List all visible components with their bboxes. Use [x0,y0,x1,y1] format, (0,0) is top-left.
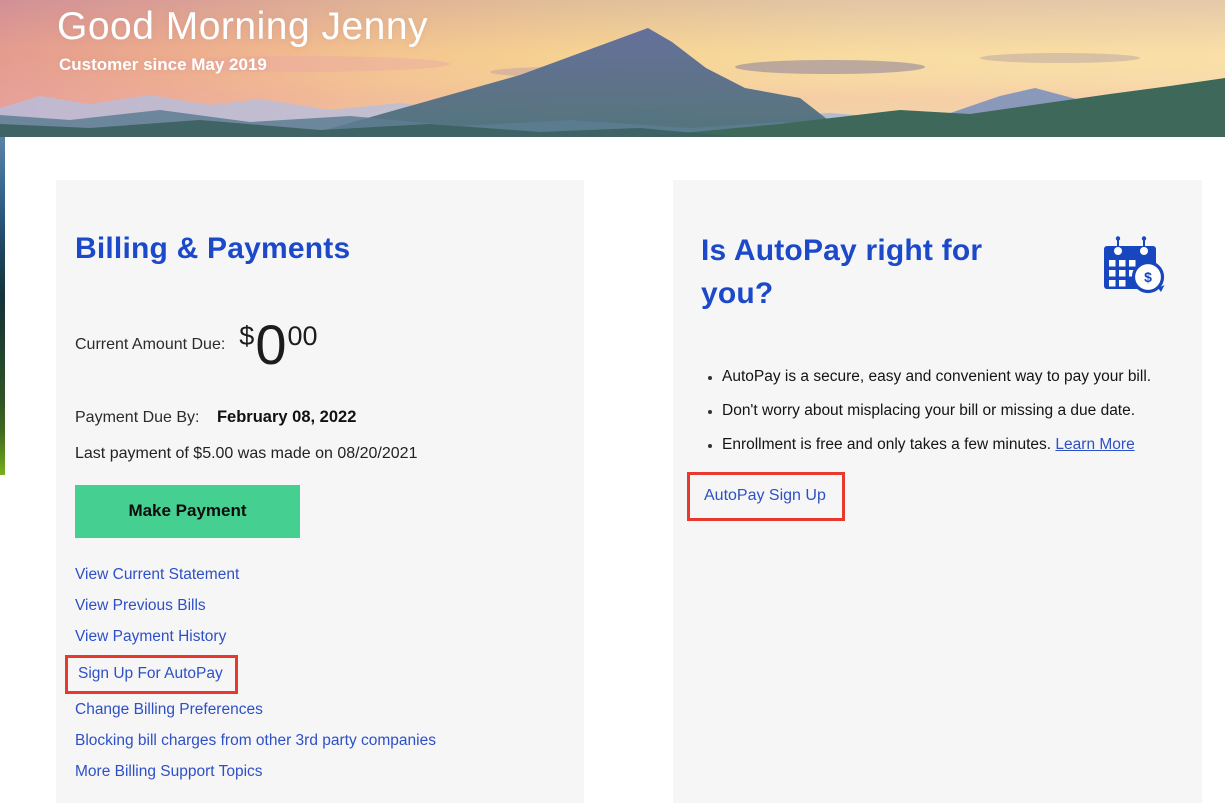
signup-autopay-highlight-box: Sign Up For AutoPay [65,655,564,694]
billing-payments-card: Billing & Payments Current Amount Due: $… [56,180,584,803]
amount-cents: 00 [287,322,317,350]
payment-due-row: Payment Due By: February 08, 2022 [75,408,564,427]
last-payment-text: Last payment of $5.00 was made on 08/20/… [75,445,564,463]
calendar-autopay-icon: $ [1098,235,1166,299]
list-item: Enrollment is free and only takes a few … [722,435,1178,455]
billing-card-title: Billing & Payments [75,232,564,266]
current-amount-due-row: Current Amount Due: $ 0 00 [75,322,564,368]
bullet-text: AutoPay is a secure, easy and convenient… [722,368,1151,385]
link-change-billing-preferences[interactable]: Change Billing Preferences [75,701,564,719]
link-more-billing-support-topics[interactable]: More Billing Support Topics [75,763,564,781]
billing-links-list: View Current Statement View Previous Bil… [75,566,564,781]
hero-banner: Good Morning Jenny Customer since May 20… [0,0,1225,137]
svg-text:$: $ [1144,269,1152,285]
amount-dollars: 0 [254,322,287,368]
payment-due-date: February 08, 2022 [217,408,356,426]
current-amount-due-label: Current Amount Due: [75,336,225,354]
link-view-previous-bills[interactable]: View Previous Bills [75,597,564,615]
account-dashboard-page: Good Morning Jenny Customer since May 20… [0,0,1225,803]
make-payment-button[interactable]: Make Payment [75,485,300,538]
learn-more-link[interactable]: Learn More [1055,436,1134,453]
link-view-current-statement[interactable]: View Current Statement [75,566,564,584]
autopay-sign-up-link[interactable]: AutoPay Sign Up [687,472,845,521]
greeting-heading: Good Morning Jenny [57,5,428,49]
list-item: Don't worry about misplacing your bill o… [722,401,1178,421]
link-blocking-bill-charges[interactable]: Blocking bill charges from other 3rd par… [75,732,564,750]
current-amount-due-value: $ 0 00 [239,322,317,368]
link-sign-up-for-autopay[interactable]: Sign Up For AutoPay [65,655,238,694]
autopay-card-title: Is AutoPay right for you? [701,230,1031,315]
payment-due-label: Payment Due By: [75,409,200,426]
left-edge-image-sliver [0,137,5,475]
autopay-benefits-list: AutoPay is a secure, easy and convenient… [701,367,1178,455]
autopay-signup-highlight-box: AutoPay Sign Up [687,472,1178,521]
bullet-text: Don't worry about misplacing your bill o… [722,402,1135,419]
autopay-promo-card: Is AutoPay right for you? $ AutoPay is a… [673,180,1202,803]
list-item: AutoPay is a secure, easy and convenient… [722,367,1178,387]
customer-since-text: Customer since May 2019 [59,55,267,75]
link-view-payment-history[interactable]: View Payment History [75,628,564,646]
amount-currency-symbol: $ [239,322,254,350]
bullet-text: Enrollment is free and only takes a few … [722,436,1051,453]
